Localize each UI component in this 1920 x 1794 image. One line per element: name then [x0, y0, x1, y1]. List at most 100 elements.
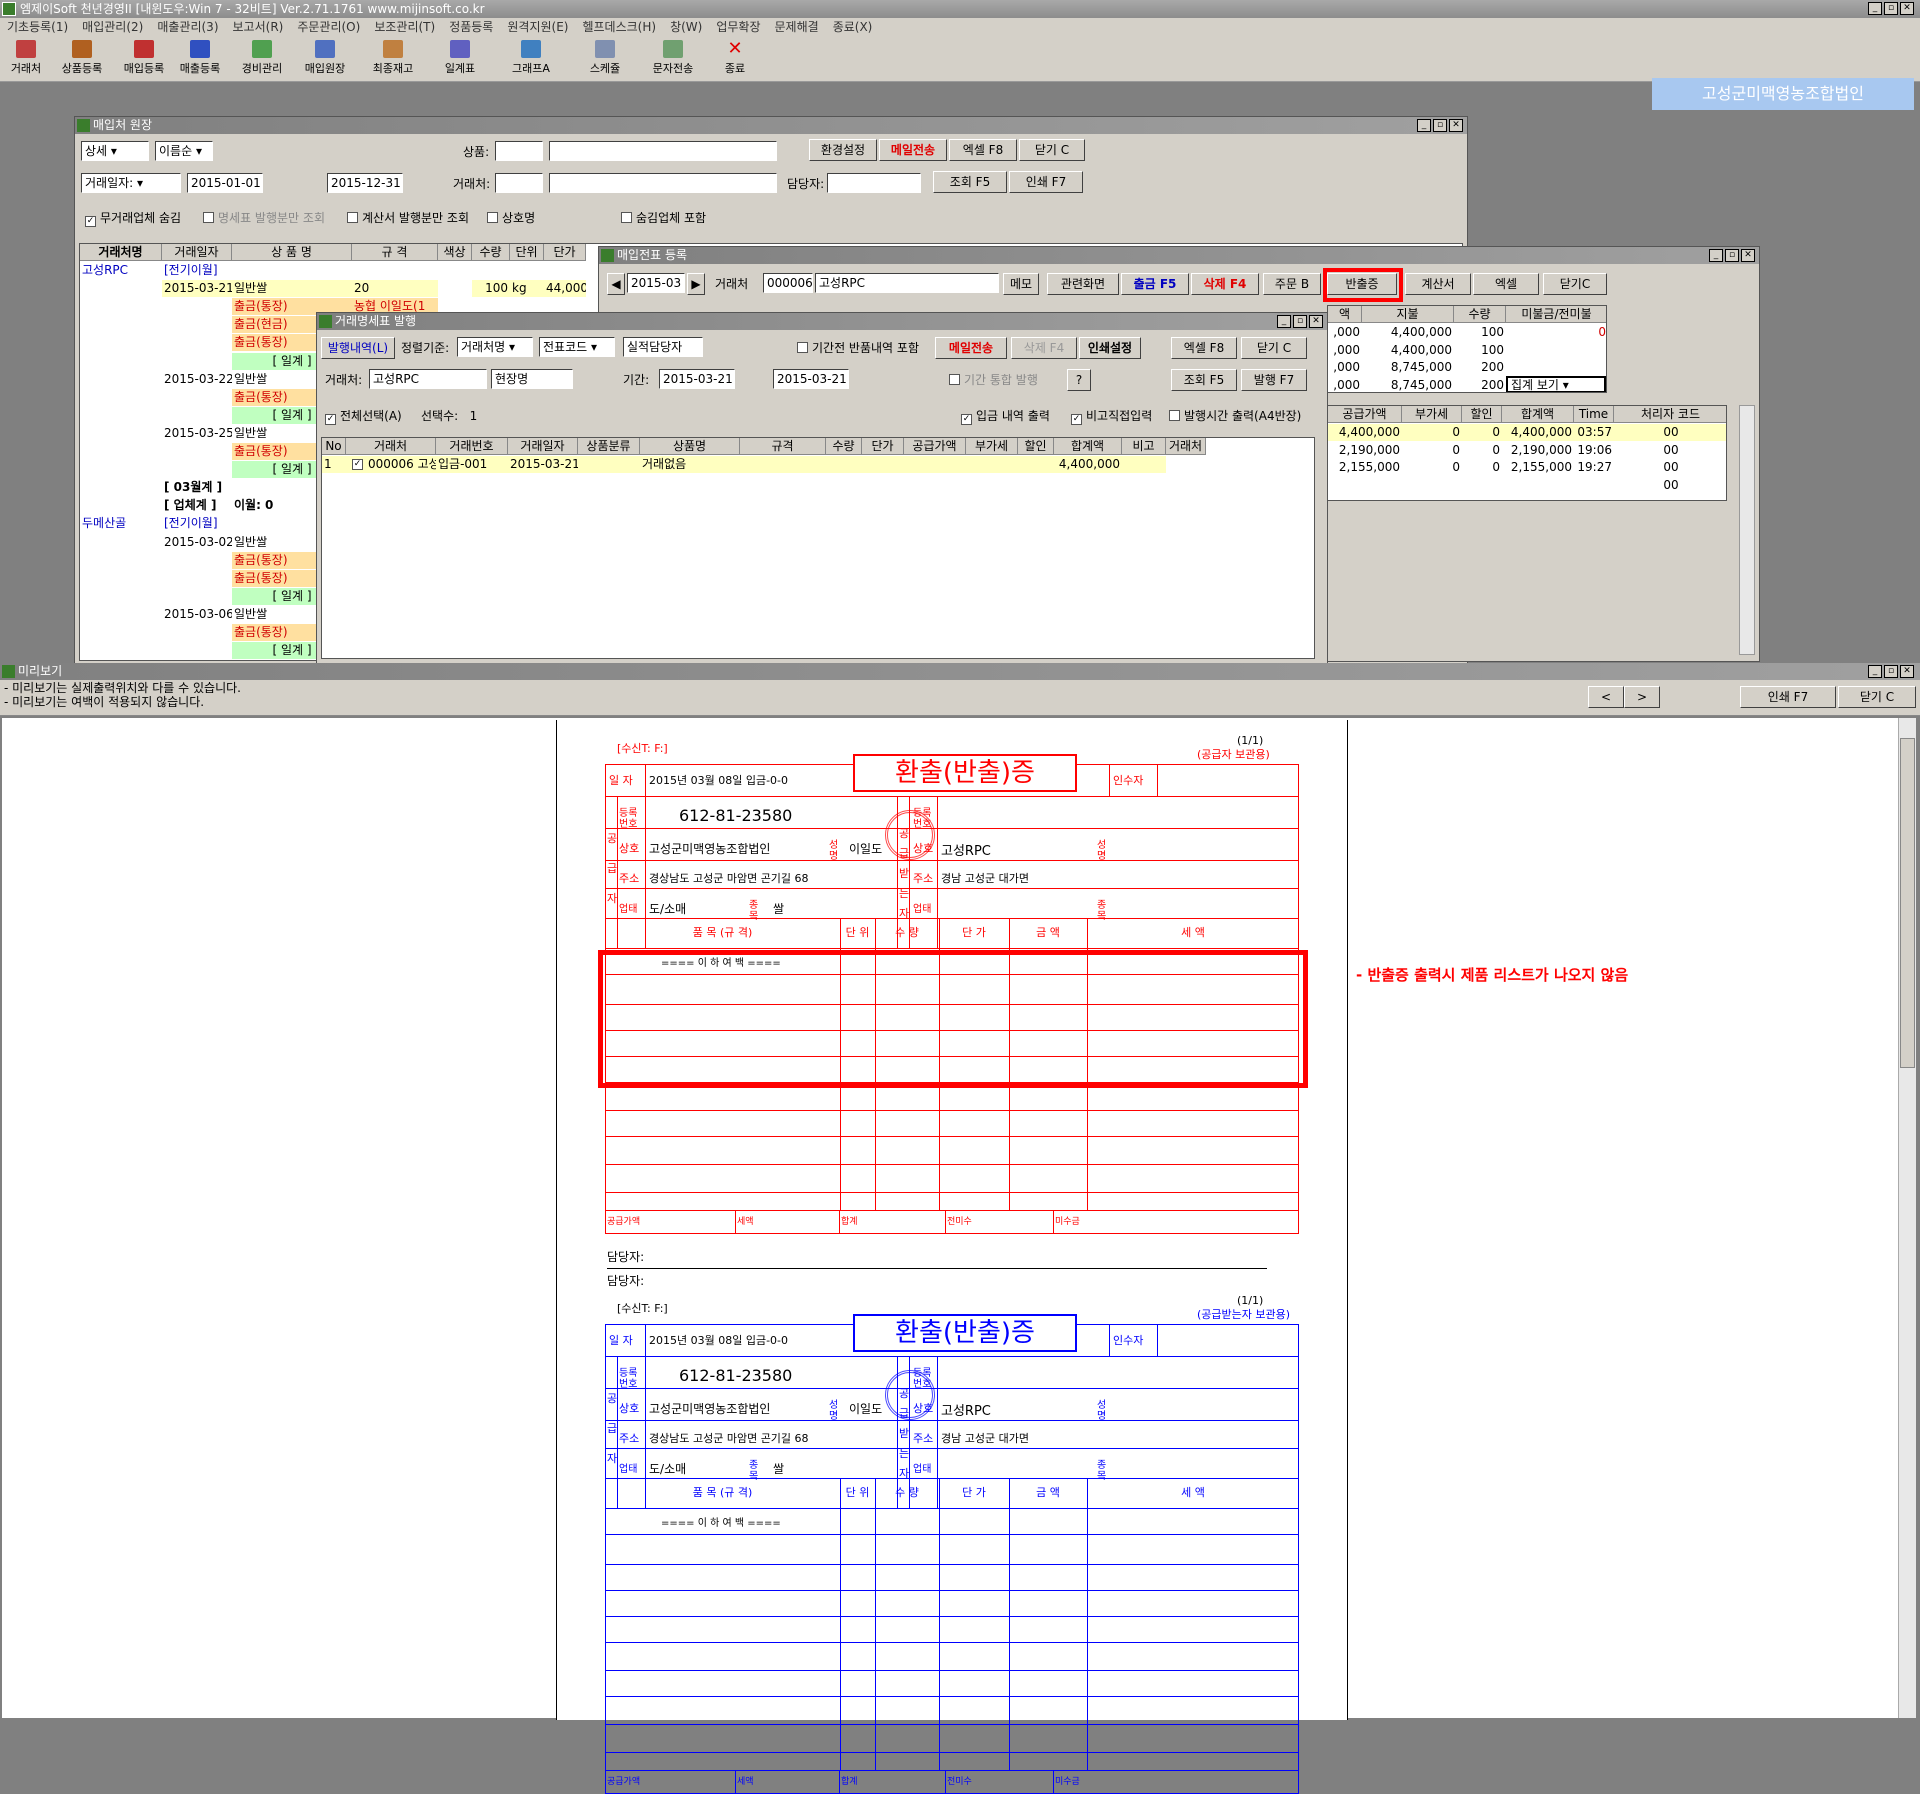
tb-ledger-button[interactable]: 매입원장	[298, 40, 352, 80]
lower-cell-time[interactable]	[1574, 477, 1614, 494]
statement-excel-button[interactable]: 엑셀 F8	[1171, 337, 1237, 359]
slip-upper-grid[interactable]: 액 지불 수량 미불금/전미불 ,000 4,400,000 100 0,000 4,4…	[1327, 305, 1607, 393]
lower-cell-disc[interactable]	[1462, 477, 1502, 494]
purchase-close-icon[interactable]: ✕	[1741, 249, 1755, 262]
slip-vendor-name[interactable]: 고성RPC	[815, 273, 999, 293]
slip-close-button[interactable]: 닫기C	[1543, 273, 1607, 295]
menu-order[interactable]: 주문관리(O)	[290, 18, 367, 36]
menu-remote[interactable]: 원격지원(E)	[500, 18, 575, 36]
ledger-cell-item[interactable]: 일반쌀	[232, 280, 352, 298]
ledger-cell-date[interactable]: 2015-03-02	[162, 534, 232, 551]
lower-cell-total[interactable]: 2,190,000	[1502, 442, 1574, 459]
lower-cell-supply[interactable]: 2,190,000	[1328, 442, 1402, 459]
tb-graph-button[interactable]: 그래프A	[504, 40, 558, 80]
pay-button[interactable]: 출금 F5	[1121, 273, 1189, 295]
ledger-cell-vendor[interactable]	[80, 497, 162, 514]
st-cell-cat[interactable]	[578, 456, 640, 473]
date-to-input[interactable]: 2015-12-31	[327, 173, 403, 193]
menu-extend[interactable]: 업무확장	[709, 18, 767, 36]
lower-cell-code[interactable]: 00	[1614, 477, 1726, 494]
ledger-cell-vendor[interactable]	[80, 334, 162, 351]
ledger-print-button[interactable]: 인쇄 F7	[1009, 171, 1083, 193]
ledger-cell-vendor[interactable]: 두메산골	[80, 515, 162, 532]
lower-cell-total[interactable]: 2,155,000	[1502, 459, 1574, 476]
ledger-cell-unit[interactable]	[510, 262, 544, 279]
ledger-cell-price[interactable]: 44,000	[544, 280, 586, 298]
ledger-cell-vendor[interactable]	[80, 552, 162, 569]
menu-license[interactable]: 정품등록	[442, 18, 500, 36]
ledger-cell-date[interactable]	[162, 461, 232, 478]
issue-time-checkbox[interactable]: 발행시간 출력(A4반장)	[1169, 407, 1301, 425]
print-settings-button[interactable]: 인쇄설정	[1079, 337, 1141, 359]
ledger-cell-spec[interactable]	[352, 262, 438, 279]
st-cell-num[interactable]: 입금-001	[436, 456, 508, 473]
lower-cell-disc[interactable]: 0	[1462, 424, 1502, 441]
product-name-input[interactable]	[549, 141, 777, 161]
ledger-cell-unit[interactable]: kg	[510, 280, 544, 298]
ledger-cell-vendor[interactable]	[80, 407, 162, 424]
upper-cell-d[interactable]	[1506, 359, 1606, 376]
statement-mail-button[interactable]: 메일전송	[935, 337, 1007, 359]
menu-purchase[interactable]: 매입관리(2)	[75, 18, 150, 36]
ledger-cell-date[interactable]	[162, 389, 232, 406]
ledger-close-button[interactable]: 닫기 C	[1019, 139, 1085, 161]
statement-only-checkbox[interactable]: 명세표 발행분만 조회	[203, 209, 325, 227]
ledger-cell-vendor[interactable]	[80, 425, 162, 442]
ledger-cell-date[interactable]	[162, 642, 232, 659]
statement-minimize-icon[interactable]: _	[1277, 315, 1291, 328]
upper-cell-a[interactable]: ,000	[1328, 359, 1362, 376]
tb-schedule-button[interactable]: 스케쥴	[580, 40, 630, 80]
slip-vendor-code[interactable]: 000006	[763, 273, 813, 293]
vendor-code-input[interactable]	[495, 173, 543, 193]
ledger-cell-vendor[interactable]	[80, 642, 162, 659]
tb-product-button[interactable]: 상품등록	[56, 40, 108, 80]
upper-cell-d[interactable]	[1506, 342, 1606, 359]
menu-report[interactable]: 보고서(R)	[226, 18, 291, 36]
ledger-cell-date[interactable]: [ 업체계 ]	[162, 497, 232, 514]
date-from-input[interactable]: 2015-01-01	[187, 173, 263, 193]
lower-cell-total[interactable]: 4,400,000	[1502, 424, 1574, 441]
ledger-cell-vendor[interactable]	[80, 371, 162, 388]
st-cell-qty[interactable]	[826, 456, 862, 473]
st-vendor-input[interactable]: 고성RPC	[369, 369, 487, 389]
preview-restore-icon[interactable]: ▫	[1884, 665, 1898, 678]
ledger-cell-date[interactable]	[162, 588, 232, 605]
period-to-input[interactable]: 2015-03-21	[773, 369, 849, 389]
next-month-button[interactable]: ▶	[687, 273, 705, 295]
invoice-button[interactable]: 계산서	[1405, 273, 1471, 295]
lower-cell-vat[interactable]: 0	[1402, 442, 1462, 459]
include-returns-checkbox[interactable]: 기간전 반품내역 포함	[797, 339, 919, 357]
st-cell-total[interactable]: 4,400,000	[1054, 456, 1122, 473]
upper-cell-c[interactable]: 100	[1454, 324, 1506, 341]
menu-aux[interactable]: 보조관리(T)	[367, 18, 442, 36]
order-button[interactable]: 주문 B	[1263, 273, 1321, 295]
st-query-button[interactable]: 조회 F5	[1171, 369, 1237, 391]
lower-cell-code[interactable]: 00	[1614, 459, 1726, 476]
ledger-cell-date[interactable]	[162, 570, 232, 587]
lower-cell-code[interactable]: 00	[1614, 442, 1726, 459]
ledger-cell-date[interactable]	[162, 316, 232, 333]
ledger-cell-vendor[interactable]	[80, 479, 162, 496]
lower-cell-supply[interactable]: 4,400,000	[1328, 424, 1402, 441]
help-button[interactable]: ?	[1067, 369, 1091, 391]
ledger-query-button[interactable]: 조회 F5	[933, 171, 1007, 193]
tb-expense-button[interactable]: 경비관리	[236, 40, 288, 80]
ledger-excel-button[interactable]: 엑셀 F8	[949, 139, 1017, 161]
upper-cell-a[interactable]: ,000	[1328, 377, 1362, 393]
st-cell-date[interactable]: 2015-03-21	[508, 456, 578, 473]
upper-cell-a[interactable]: ,000	[1328, 342, 1362, 359]
upper-cell-b[interactable]: 8,745,000	[1362, 377, 1454, 393]
hide-no-trade-checkbox[interactable]: ✓ 무거래업체 숨김	[85, 209, 181, 227]
slip-scrollbar[interactable]	[1739, 405, 1755, 655]
upper-cell-c[interactable]: 200	[1454, 359, 1506, 376]
ledger-cell-date[interactable]	[162, 407, 232, 424]
ledger-cell-vendor[interactable]	[80, 280, 162, 297]
issue-button[interactable]: 발행 F7	[1241, 369, 1307, 391]
purchase-restore-icon[interactable]: ▫	[1725, 249, 1739, 262]
ledger-cell-date[interactable]: 2015-03-22	[162, 371, 232, 388]
st-cell-item[interactable]: 거래없음	[640, 456, 740, 473]
sort2-select[interactable]: 전표코드 ▾	[539, 337, 615, 357]
st-cell-disc[interactable]	[1018, 456, 1054, 473]
slip-lower-grid[interactable]: 공급가액 부가세 할인 합계액 Time 처리자 코드 4,400,000 0 0 4…	[1327, 405, 1727, 501]
period-from-input[interactable]: 2015-03-21	[659, 369, 735, 389]
